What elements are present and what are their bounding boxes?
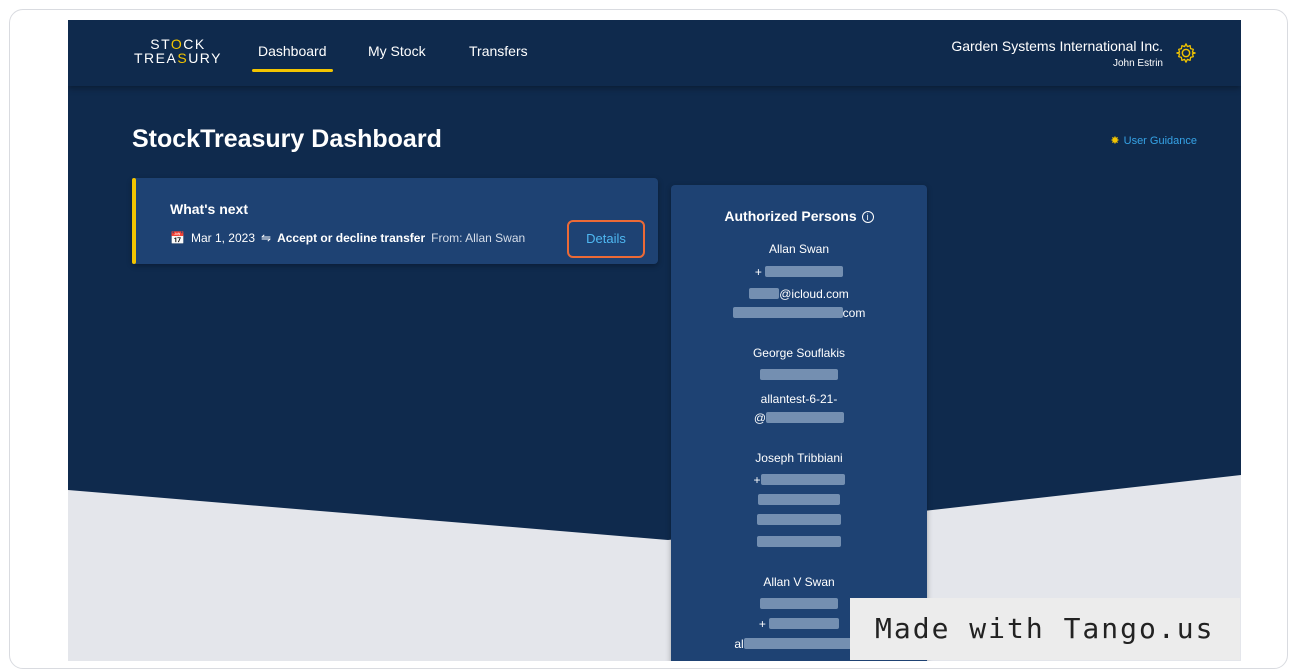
app-window: STOCK TREASURY Dashboard My Stock Transf… [68, 20, 1241, 661]
company-name: Garden Systems International Inc. [951, 38, 1163, 54]
redacted-block [732, 307, 843, 318]
person-email: com [671, 306, 927, 320]
redacted-block [758, 494, 840, 505]
transfer-row: 📅 Mar 1, 2023 ⇋ Accept or decline transf… [170, 231, 531, 245]
accent-bar [132, 178, 136, 264]
redacted-block [757, 536, 841, 547]
info-icon[interactable]: i [861, 211, 874, 223]
person-phone-text: + [758, 617, 766, 631]
person-email: @icloud.com [671, 287, 927, 301]
person-email-text: @ [753, 411, 767, 425]
person-phone [671, 493, 927, 507]
background-wave [68, 20, 1241, 661]
redacted-block [760, 369, 838, 380]
person-name: Allan Swan [768, 242, 830, 256]
redacted-block [743, 638, 864, 649]
nav-my-stock[interactable]: My Stock [368, 43, 426, 59]
details-button[interactable]: Details [567, 220, 645, 258]
authorized-persons-card: Authorized Persons i Allan Swan + @icloud… [671, 185, 927, 661]
redacted-block [765, 266, 844, 277]
redacted-block [757, 514, 841, 525]
redacted-block [749, 288, 780, 299]
redacted-block [769, 618, 840, 629]
person-email: allantest-6-21- [760, 392, 838, 406]
user-name: John Estrin [1112, 58, 1163, 69]
logo-line1: STOCK [150, 36, 206, 52]
person-name: Joseph Tribbiani [755, 451, 843, 465]
transfer-from: From: Allan Swan [431, 231, 526, 245]
person-phone: + [671, 473, 927, 487]
page-title: StockTreasury Dashboard [132, 125, 442, 153]
person-name: George Souflakis [752, 346, 846, 360]
whats-next-heading: What's next [170, 201, 249, 217]
link-icon: ⇋ [261, 231, 272, 245]
person-email: @ [671, 411, 927, 425]
redacted-block [766, 412, 845, 423]
person-phone: + [671, 265, 927, 279]
nav-transfers[interactable]: Transfers [469, 43, 528, 59]
calendar-icon: 📅 [170, 231, 185, 245]
screenshot-frame: STOCK TREASURY Dashboard My Stock Transf… [9, 9, 1288, 669]
person-phone [671, 368, 927, 382]
authorized-persons-label: Authorized Persons [724, 208, 857, 224]
user-guidance-label: User Guidance [1123, 135, 1197, 147]
nav-dashboard[interactable]: Dashboard [252, 43, 332, 72]
person-phone [671, 513, 927, 527]
top-navigation-bar: STOCK TREASURY Dashboard My Stock Transf… [68, 20, 1241, 86]
lightbulb-icon: ✸ [1110, 135, 1120, 147]
person-email-text: al [734, 637, 744, 651]
person-name: Allan V Swan [763, 575, 835, 589]
redacted-block [760, 598, 838, 609]
person-email-text: @icloud.com [779, 287, 849, 301]
person-phone-text: + [754, 265, 762, 279]
gear-icon[interactable] [1175, 42, 1197, 64]
person-phone-text: + [753, 473, 761, 487]
person-email-text: com [842, 306, 866, 320]
redacted-block [760, 474, 845, 485]
whats-next-card: What's next 📅 Mar 1, 2023 ⇋ Accept or de… [132, 178, 658, 264]
logo[interactable]: STOCK TREASURY [132, 37, 224, 65]
person-email [671, 535, 927, 549]
transfer-date: Mar 1, 2023 [190, 231, 255, 245]
logo-line2: TREASURY [134, 50, 222, 66]
authorized-persons-title: Authorized Persons i [671, 208, 927, 224]
tango-watermark: Made with Tango.us [850, 598, 1240, 660]
user-guidance-link[interactable]: ✸ User Guidance [1110, 134, 1197, 147]
transfer-action: Accept or decline transfer [277, 231, 426, 245]
